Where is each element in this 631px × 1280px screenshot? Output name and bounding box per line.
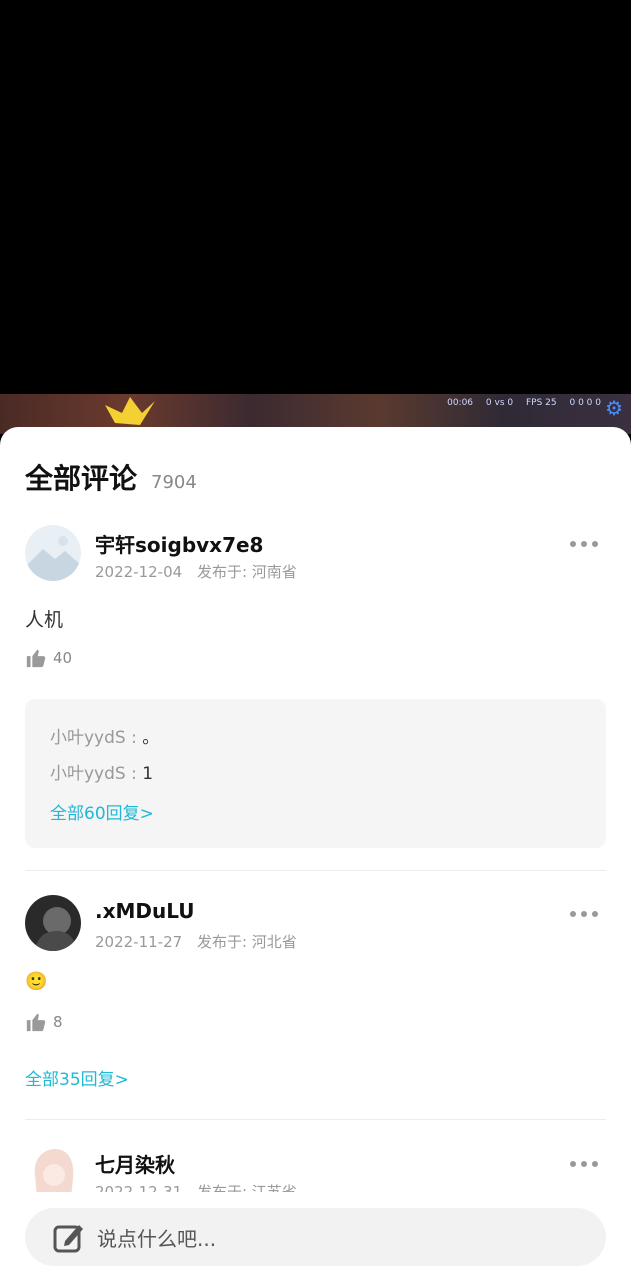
replies-box[interactable]: 小叶yydS : 。 小叶yydS : 1 全部60回复> <box>25 699 606 848</box>
comments-sheet: 全部评论 7904 宇轩soigbvx7e8 2022-12-04 发布于: 河… <box>0 427 631 1280</box>
comment-username[interactable]: 宇轩soigbvx7e8 <box>95 529 263 558</box>
comment-item: .xMDuLU 2022-11-27 发布于: 河北省 🙂 8 全部35回复> <box>25 895 606 1095</box>
comments-header: 全部评论 7904 <box>25 457 197 497</box>
thumbs-up-icon <box>26 649 46 668</box>
reply-username: 小叶yydS : <box>50 764 143 784</box>
comment-meta: 2022-12-04 发布于: 河南省 <box>95 561 297 582</box>
more-options-icon[interactable] <box>570 541 598 547</box>
comment-input-bar[interactable]: 说点什么吧... <box>25 1208 606 1266</box>
reply-item[interactable]: 小叶yydS : 1 <box>50 759 581 795</box>
avatar[interactable] <box>25 895 81 951</box>
crown-decoration-icon <box>105 397 155 425</box>
all-replies-link[interactable]: 全部35回复> <box>25 1065 129 1090</box>
video-player[interactable] <box>0 0 631 427</box>
like-button[interactable]: 40 <box>25 647 72 669</box>
comment-username[interactable]: .xMDuLU <box>95 899 195 923</box>
comment-meta: 2022-11-27 发布于: 河北省 <box>95 931 297 952</box>
like-count: 40 <box>53 649 73 667</box>
comments-title: 全部评论 <box>25 462 138 495</box>
reply-username: 小叶yydS : <box>50 728 143 748</box>
divider <box>25 1119 606 1120</box>
comment-text: 人机 <box>25 609 64 631</box>
comment-username[interactable]: 七月染秋 <box>95 1149 175 1178</box>
like-count: 8 <box>53 1013 63 1031</box>
comment-item: 宇轩soigbvx7e8 2022-12-04 发布于: 河南省 人机 40 小… <box>25 525 606 855</box>
gear-icon[interactable]: ⚙ <box>605 398 623 418</box>
game-hud: 00:06 0 vs 0 FPS 25 0 0 0 0 <box>437 398 601 408</box>
comment-text: 🙂 <box>25 971 48 992</box>
comments-count: 7904 <box>151 472 197 493</box>
reply-item[interactable]: 小叶yydS : 。 <box>50 723 581 759</box>
divider <box>25 870 606 871</box>
reply-text: 。 <box>142 728 160 748</box>
comment-location: 发布于: 河南省 <box>196 563 297 581</box>
comment-date: 2022-11-27 <box>95 933 183 951</box>
comment-date: 2022-12-04 <box>95 563 183 581</box>
comment-input-placeholder: 说点什么吧... <box>97 1226 217 1251</box>
thumbs-up-icon <box>26 1013 46 1032</box>
game-time: 00:06 <box>447 398 474 408</box>
all-replies-link[interactable]: 全部60回复> <box>50 799 581 824</box>
edit-icon <box>53 1225 83 1253</box>
game-stats: 0 0 0 0 <box>569 398 602 408</box>
reply-text: 1 <box>142 764 154 784</box>
game-score: 0 vs 0 <box>485 398 514 408</box>
more-options-icon[interactable] <box>570 911 598 917</box>
like-button[interactable]: 8 <box>25 1011 63 1033</box>
game-fps: FPS 25 <box>525 398 557 408</box>
more-options-icon[interactable] <box>570 1161 598 1167</box>
avatar[interactable] <box>25 525 81 581</box>
comment-location: 发布于: 河北省 <box>196 933 297 951</box>
